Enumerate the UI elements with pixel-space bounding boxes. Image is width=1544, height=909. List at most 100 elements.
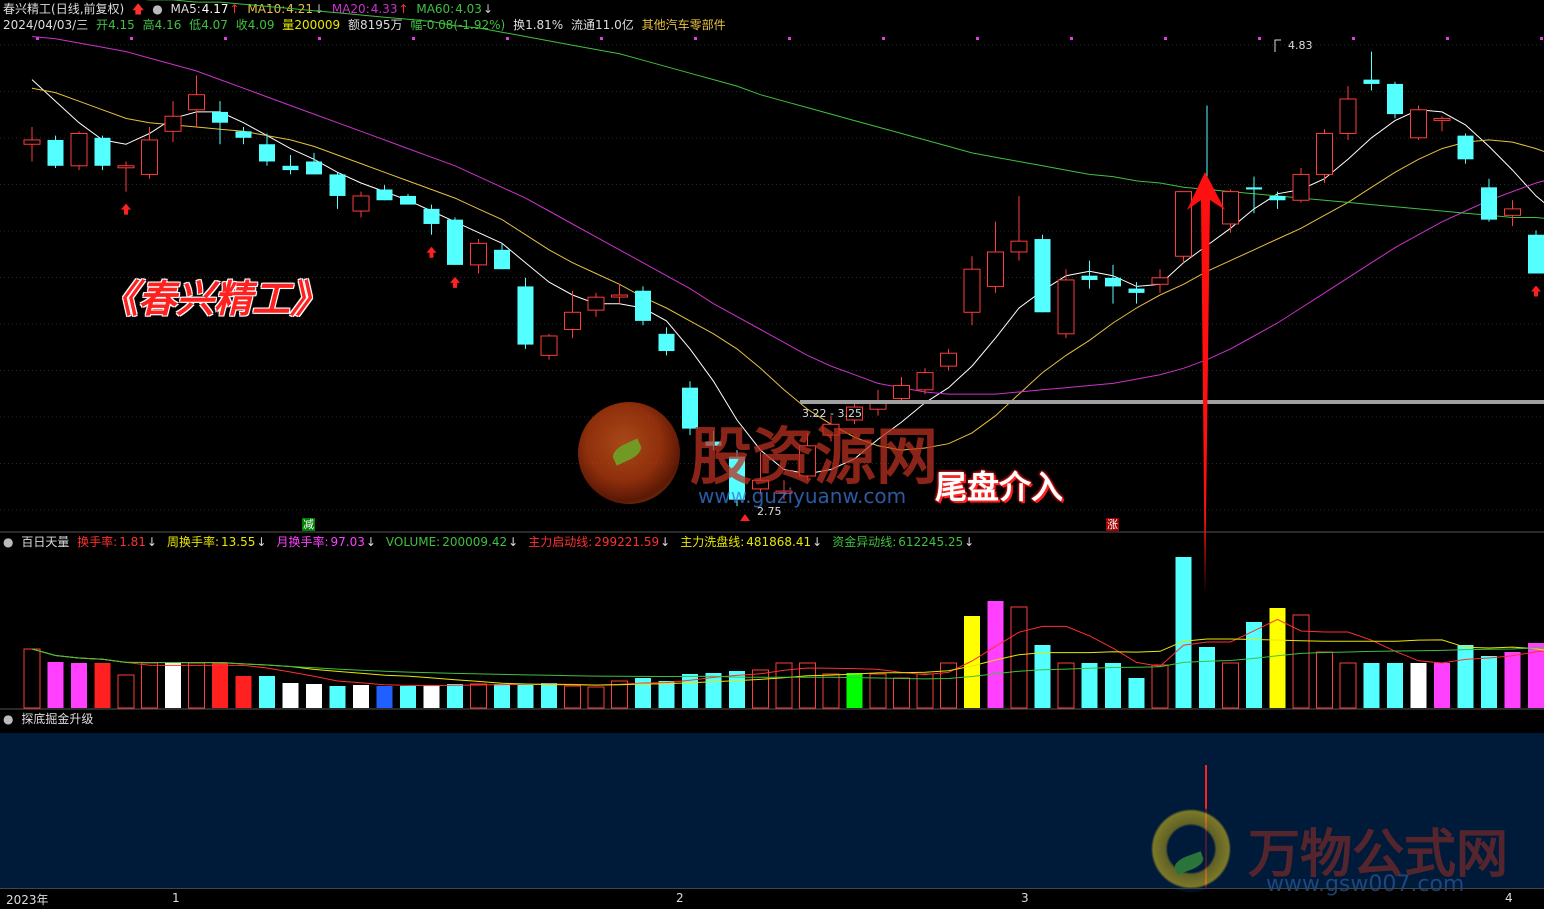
candle-body	[306, 161, 322, 175]
candle-body	[235, 131, 252, 138]
volume-bar	[987, 601, 1004, 708]
candle-body	[564, 311, 581, 331]
volume-bar	[1269, 608, 1286, 708]
volume-bar	[517, 685, 534, 708]
candle-body	[916, 372, 934, 391]
top-marker	[130, 37, 133, 40]
candle-body	[517, 286, 534, 345]
volume-bar	[1105, 663, 1121, 708]
volume-bar	[658, 681, 675, 708]
candle-body	[164, 115, 182, 132]
high-price-label: 4.83	[1288, 39, 1313, 52]
volume-bar	[423, 685, 440, 708]
top-marker	[1540, 37, 1543, 40]
top-marker	[600, 37, 603, 40]
gsw-logo-icon	[1148, 806, 1234, 892]
candle-body	[282, 165, 299, 171]
candle-body	[658, 333, 675, 352]
top-marker	[1164, 37, 1167, 40]
candle-body	[23, 139, 41, 145]
volume-bar	[71, 663, 87, 708]
candle-body	[1481, 187, 1497, 220]
buy-arrow-icon	[426, 246, 437, 258]
volume-bar	[1504, 652, 1521, 708]
top-marker	[1070, 37, 1073, 40]
rise-badge: 涨	[1106, 518, 1119, 531]
volume-bar	[1081, 663, 1098, 708]
volume-bar	[893, 677, 910, 709]
candle-body	[1292, 173, 1310, 201]
candle-body	[1410, 109, 1427, 139]
top-marker	[788, 37, 791, 40]
candle-body	[117, 165, 135, 169]
candle-body	[1151, 277, 1169, 285]
volume-bar	[1292, 614, 1310, 709]
volume-bar	[306, 684, 322, 708]
candle-body	[188, 94, 205, 111]
top-marker	[412, 37, 415, 40]
volume-bar	[1457, 645, 1474, 708]
volume-bar	[212, 662, 228, 708]
candle-body	[963, 268, 981, 313]
volume-bar	[964, 616, 980, 708]
candle-body	[1010, 240, 1028, 253]
volume-bar	[1246, 622, 1262, 708]
candle-body	[1339, 98, 1357, 134]
volume-bar	[846, 673, 863, 708]
candle-body	[1175, 191, 1192, 257]
volume-bar	[188, 662, 205, 709]
title-annotation: 《春兴精工》	[100, 277, 329, 321]
volume-bar	[1363, 663, 1380, 708]
volume-bar	[1010, 606, 1028, 709]
tail-entry-annotation: 尾盘介入	[935, 468, 1064, 506]
candle-body	[470, 242, 487, 266]
candle-body	[1363, 79, 1380, 84]
volume-bar	[869, 673, 887, 709]
candle-body	[1316, 132, 1333, 175]
volume-bar	[447, 684, 463, 708]
candle-body	[1457, 135, 1474, 160]
time-label-apr: 4	[1505, 891, 1513, 905]
candle-body	[329, 174, 346, 196]
time-label-jan: 1	[172, 891, 180, 905]
time-axis: 2023年 1 2 3 4	[0, 888, 1544, 909]
volume-bar	[587, 686, 605, 709]
candle-body	[212, 111, 228, 123]
volume-bar	[1151, 664, 1169, 709]
candle-body	[94, 137, 111, 166]
candle-body	[1128, 288, 1145, 293]
volume-bar	[541, 683, 557, 708]
volume-bar	[400, 686, 416, 708]
volume-bar	[1387, 663, 1403, 708]
buy-arrow-icon	[1531, 285, 1541, 297]
volume-bar	[1410, 663, 1427, 708]
reduce-badge: 减	[302, 518, 315, 531]
candle-body	[1057, 279, 1075, 335]
candle-body	[400, 195, 416, 205]
candle-body	[540, 335, 558, 356]
candle-body	[1504, 208, 1521, 216]
candle-body	[893, 385, 910, 399]
candle-body	[987, 251, 1004, 287]
candle-body	[352, 195, 370, 212]
top-marker	[224, 37, 227, 40]
volume-bar	[1434, 663, 1450, 708]
volume-bar	[494, 684, 510, 708]
watermark1-url: www.guziyuanw.com	[698, 484, 907, 508]
volume-bar	[822, 673, 840, 709]
top-marker	[694, 37, 697, 40]
candle-body	[423, 208, 440, 224]
candle-body	[611, 294, 628, 298]
candle-body	[1387, 83, 1403, 115]
volume-bar	[235, 676, 252, 708]
candle-body	[940, 352, 957, 367]
volume-bar	[1175, 557, 1192, 708]
volume-bar	[1222, 662, 1239, 709]
time-label-year: 2023年	[6, 893, 49, 907]
low-marker-icon	[740, 514, 750, 521]
volume-bar	[1339, 662, 1357, 709]
candle-body	[447, 219, 463, 265]
volume-bar	[47, 662, 64, 708]
volume-bar	[117, 674, 135, 709]
candle-body	[1433, 117, 1451, 121]
